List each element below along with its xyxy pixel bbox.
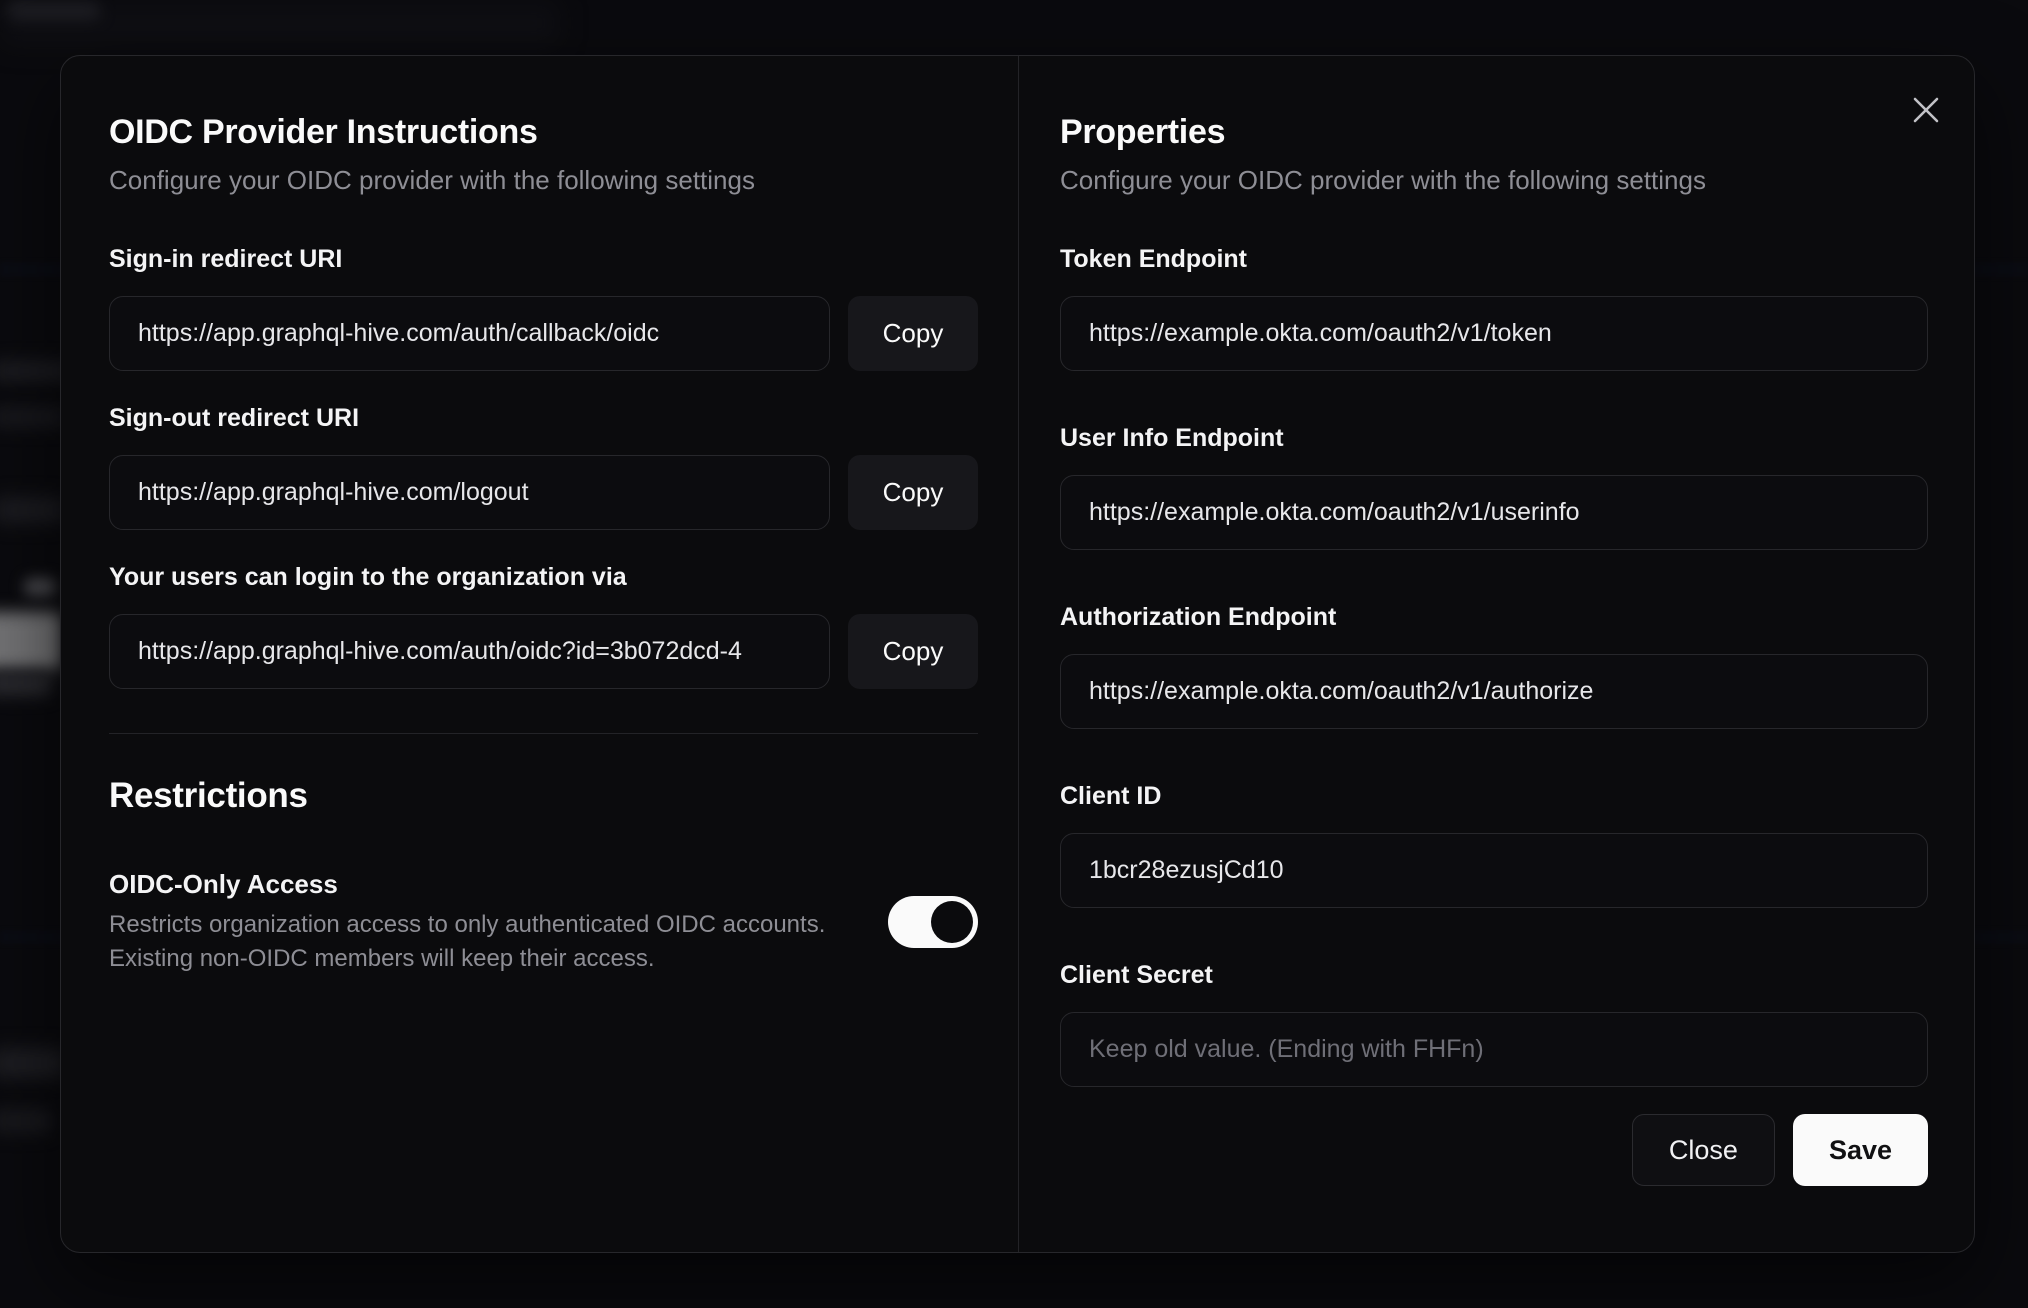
- toggle-thumb: [931, 901, 973, 943]
- organization-login-label: Your users can login to the organization…: [109, 563, 627, 591]
- properties-panel: Properties Configure your OIDC provider …: [1019, 56, 1974, 1252]
- token-endpoint-label: Token Endpoint: [1060, 245, 1248, 273]
- client-secret-label: Client Secret: [1060, 961, 1213, 989]
- sign-in-redirect-label: Sign-in redirect URI: [109, 245, 343, 273]
- authorization-endpoint-input[interactable]: [1060, 654, 1928, 729]
- sign-out-redirect-field: Sign-out redirect URI Copy: [109, 403, 978, 530]
- instructions-subtitle: Configure your OIDC provider with the fo…: [109, 165, 755, 195]
- copy-organization-login-button[interactable]: Copy: [848, 614, 978, 689]
- close-icon[interactable]: [1904, 88, 1948, 132]
- oidc-settings-dialog: OIDC Provider Instructions Configure you…: [60, 55, 1975, 1253]
- x-icon: [1913, 97, 1939, 123]
- oidc-only-access-row: OIDC-Only Access Restricts organization …: [109, 868, 978, 976]
- sign-in-redirect-field: Sign-in redirect URI Copy: [109, 244, 978, 371]
- copy-sign-out-button[interactable]: Copy: [848, 455, 978, 530]
- sign-in-redirect-input[interactable]: [109, 296, 830, 371]
- client-id-label: Client ID: [1060, 782, 1162, 810]
- close-button[interactable]: Close: [1631, 1114, 1775, 1186]
- properties-subtitle: Configure your OIDC provider with the fo…: [1060, 165, 1706, 195]
- oidc-only-access-description: Restricts organization access to only au…: [109, 911, 826, 972]
- oidc-only-access-label: OIDC-Only Access: [109, 869, 338, 899]
- user-info-endpoint-label: User Info Endpoint: [1060, 424, 1284, 452]
- copy-sign-in-button[interactable]: Copy: [848, 296, 978, 371]
- save-button[interactable]: Save: [1792, 1114, 1928, 1186]
- sign-out-redirect-input[interactable]: [109, 455, 830, 530]
- organization-login-input[interactable]: [109, 614, 830, 689]
- dialog-actions: Close Save: [1060, 1114, 1928, 1186]
- token-endpoint-field: Token Endpoint: [1060, 244, 1928, 371]
- restrictions-title: Restrictions: [109, 776, 308, 815]
- instructions-panel: OIDC Provider Instructions Configure you…: [61, 56, 1019, 1252]
- authorization-endpoint-field: Authorization Endpoint: [1060, 602, 1928, 729]
- section-divider: [109, 733, 978, 734]
- organization-login-field: Your users can login to the organization…: [109, 562, 978, 689]
- client-id-field: Client ID: [1060, 781, 1928, 908]
- instructions-title: OIDC Provider Instructions: [109, 113, 538, 151]
- oidc-only-access-toggle[interactable]: [888, 896, 978, 948]
- client-secret-field: Client Secret: [1060, 960, 1928, 1087]
- user-info-endpoint-input[interactable]: [1060, 475, 1928, 550]
- client-id-input[interactable]: [1060, 833, 1928, 908]
- sign-out-redirect-label: Sign-out redirect URI: [109, 404, 360, 432]
- properties-title: Properties: [1060, 113, 1226, 151]
- authorization-endpoint-label: Authorization Endpoint: [1060, 603, 1337, 631]
- client-secret-input[interactable]: [1060, 1012, 1928, 1087]
- token-endpoint-input[interactable]: [1060, 296, 1928, 371]
- user-info-endpoint-field: User Info Endpoint: [1060, 423, 1928, 550]
